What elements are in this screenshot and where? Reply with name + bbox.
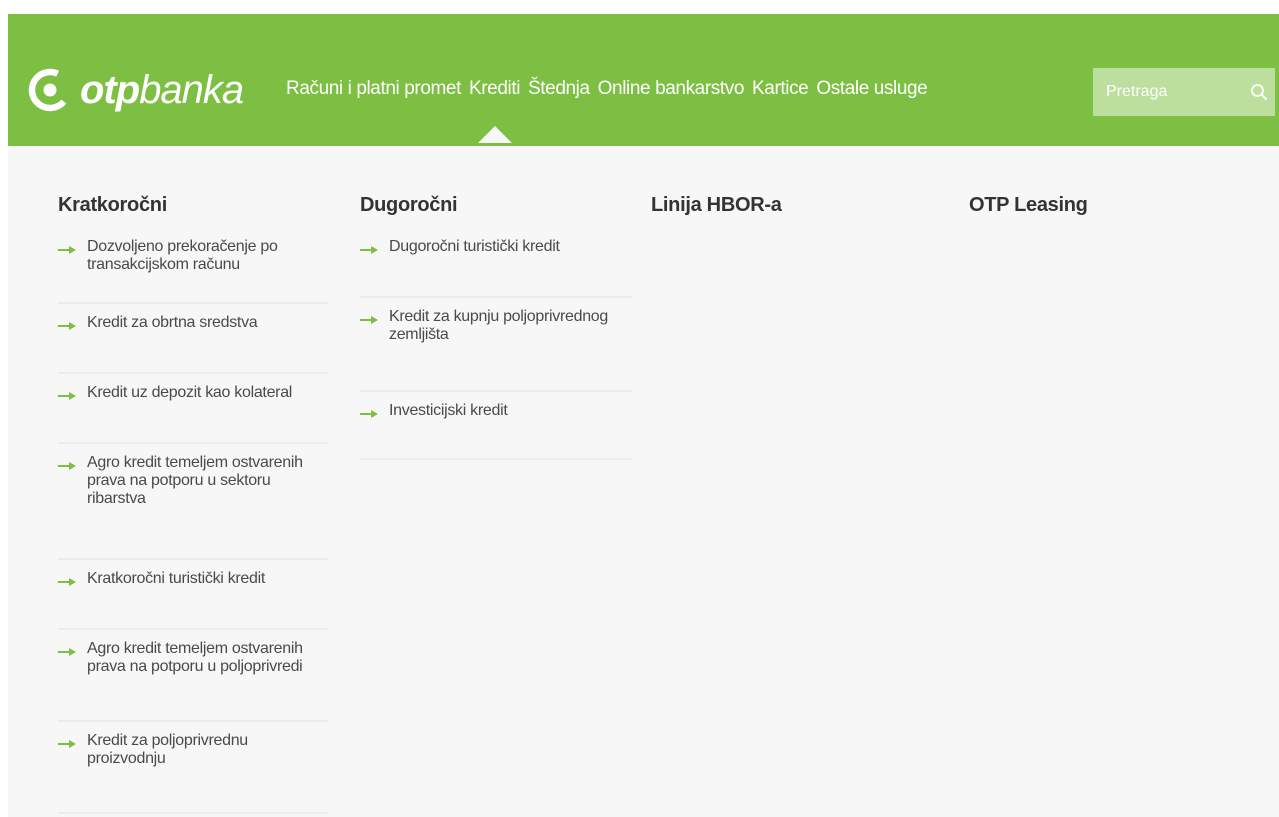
logo-wordmark: otpbanka	[80, 68, 244, 112]
arrow-right-icon	[58, 392, 76, 400]
nav-item-ostale-usluge[interactable]: Ostale usluge	[816, 78, 927, 100]
arrow-right-icon	[58, 740, 76, 748]
otp-banka-logo[interactable]: otpbanka	[28, 64, 244, 116]
menu-link-label: Dozvoljeno prekoračenje po transakcijskom…	[58, 238, 328, 274]
menu-link-label-line: transakcijskom računu	[87, 256, 240, 273]
menu-link-item[interactable]: Dugoročni turistički kredit	[360, 228, 632, 298]
menu-column-dugorocni: Dugoročni Dugoročni turistički kredit Kre…	[360, 194, 632, 460]
menu-list: Dozvoljeno prekoračenje po transakcijskom…	[58, 228, 328, 814]
menu-link-item[interactable]: Kredit za kupnju poljoprivrednog zemljišt…	[360, 298, 632, 392]
menu-link-label-line: Kredit za obrtna sredstva	[87, 314, 258, 331]
page: otpbanka Računi i platni promet Krediti …	[8, 14, 1279, 817]
arrow-right-icon	[360, 246, 378, 254]
menu-link-label-line: Agro kredit temeljem ostvarenih	[87, 640, 303, 657]
menu-link-label-line: Agro kredit temeljem ostvarenih	[87, 454, 303, 471]
menu-link-item[interactable]: Investicijski kredit	[360, 392, 632, 460]
otp-logo-icon	[28, 68, 72, 112]
menu-link-label: Agro kredit temeljem ostvarenih prava na …	[58, 640, 328, 676]
arrow-right-icon	[58, 462, 76, 470]
menu-column-title: Kratkoročni	[58, 194, 167, 216]
menu-column-otp-leasing: OTP Leasing	[969, 194, 1239, 228]
menu-link-label-line: Dozvoljeno prekoračenje po	[87, 238, 278, 255]
site-header: otpbanka Računi i platni promet Krediti …	[8, 14, 1279, 146]
menu-link-label: Kredit za obrtna sredstva	[58, 314, 328, 332]
menu-link-item[interactable]: Kredit za poljoprivrednu proizvodnju	[58, 722, 328, 814]
menu-link-label-line: prava na potporu u sektoru	[87, 472, 271, 489]
arrow-right-icon	[58, 322, 76, 330]
menu-link-item[interactable]: Kredit za obrtna sredstva	[58, 304, 328, 374]
menu-column-title[interactable]: OTP Leasing	[969, 194, 1239, 220]
menu-link-label-line: Dugoročni turistički kredit	[389, 238, 560, 255]
menu-link-label: Kredit za poljoprivrednu proizvodnju	[58, 732, 328, 768]
search-input[interactable]	[1093, 67, 1248, 117]
arrow-right-icon	[58, 648, 76, 656]
menu-link-label-line: zemljišta	[389, 326, 449, 343]
menu-link-item[interactable]: Dozvoljeno prekoračenje po transakcijskom…	[58, 228, 328, 304]
menu-link-item[interactable]: Agro kredit temeljem ostvarenih prava na …	[58, 444, 328, 560]
arrow-right-icon	[58, 246, 76, 254]
menu-column-kratkorocni: Kratkoročni Dozvoljeno prekoračenje po tr…	[58, 194, 328, 814]
menu-column-linija-hbor: Linija HBOR-a	[651, 194, 921, 228]
menu-link-label-line: Kredit za poljoprivrednu	[87, 732, 248, 749]
menu-link-label-line: Investicijski kredit	[389, 402, 508, 419]
nav-item-online-bankarstvo[interactable]: Online bankarstvo	[598, 78, 745, 100]
menu-link-label: Agro kredit temeljem ostvarenih prava na …	[58, 454, 328, 508]
menu-link-label-line: Kredit za kupnju poljoprivrednog	[389, 308, 608, 325]
menu-link-item[interactable]: Agro kredit temeljem ostvarenih prava na …	[58, 630, 328, 722]
menu-link-item[interactable]: Kredit uz depozit kao kolateral	[58, 374, 328, 444]
menu-link-label: Kratkoročni turistički kredit	[58, 570, 328, 588]
menu-link-label: Dugoročni turistički kredit	[360, 238, 632, 256]
menu-column-title: Dugoročni	[360, 194, 458, 216]
menu-link-label-line: ribarstva	[87, 490, 146, 507]
menu-column-title[interactable]: Linija HBOR-a	[651, 194, 921, 220]
menu-link-label: Kredit uz depozit kao kolateral	[58, 384, 328, 402]
arrow-right-icon	[360, 316, 378, 324]
logo-wordmark-otp: otp	[80, 68, 140, 112]
arrow-right-icon	[360, 410, 378, 418]
menu-link-label-line: prava na potporu u poljoprivredi	[87, 658, 303, 675]
menu-link-label-line: Kredit uz depozit kao kolateral	[87, 384, 293, 401]
main-nav: Računi i platni promet Krediti Štednja O…	[286, 78, 935, 143]
menu-link-item[interactable]: Kratkoročni turistički kredit	[58, 560, 328, 630]
search-box	[1093, 67, 1275, 117]
menu-list: Dugoročni turistički kredit Kredit za kup…	[360, 228, 632, 460]
menu-link-label-line: Kratkoročni turistički kredit	[87, 570, 266, 587]
search-icon[interactable]	[1250, 83, 1268, 101]
nav-item-racuni[interactable]: Računi i platni promet	[286, 78, 461, 100]
nav-item-stednja[interactable]: Štednja	[528, 78, 590, 100]
logo-wordmark-banka: banka	[139, 68, 244, 112]
menu-link-label: Investicijski kredit	[360, 402, 632, 420]
menu-link-label: Kredit za kupnju poljoprivrednog zemljišt…	[360, 308, 632, 344]
nav-item-krediti[interactable]: Krediti	[469, 78, 520, 143]
nav-item-kartice[interactable]: Kartice	[752, 78, 809, 100]
arrow-right-icon	[58, 578, 76, 586]
menu-link-label-line: proizvodnju	[87, 750, 166, 767]
